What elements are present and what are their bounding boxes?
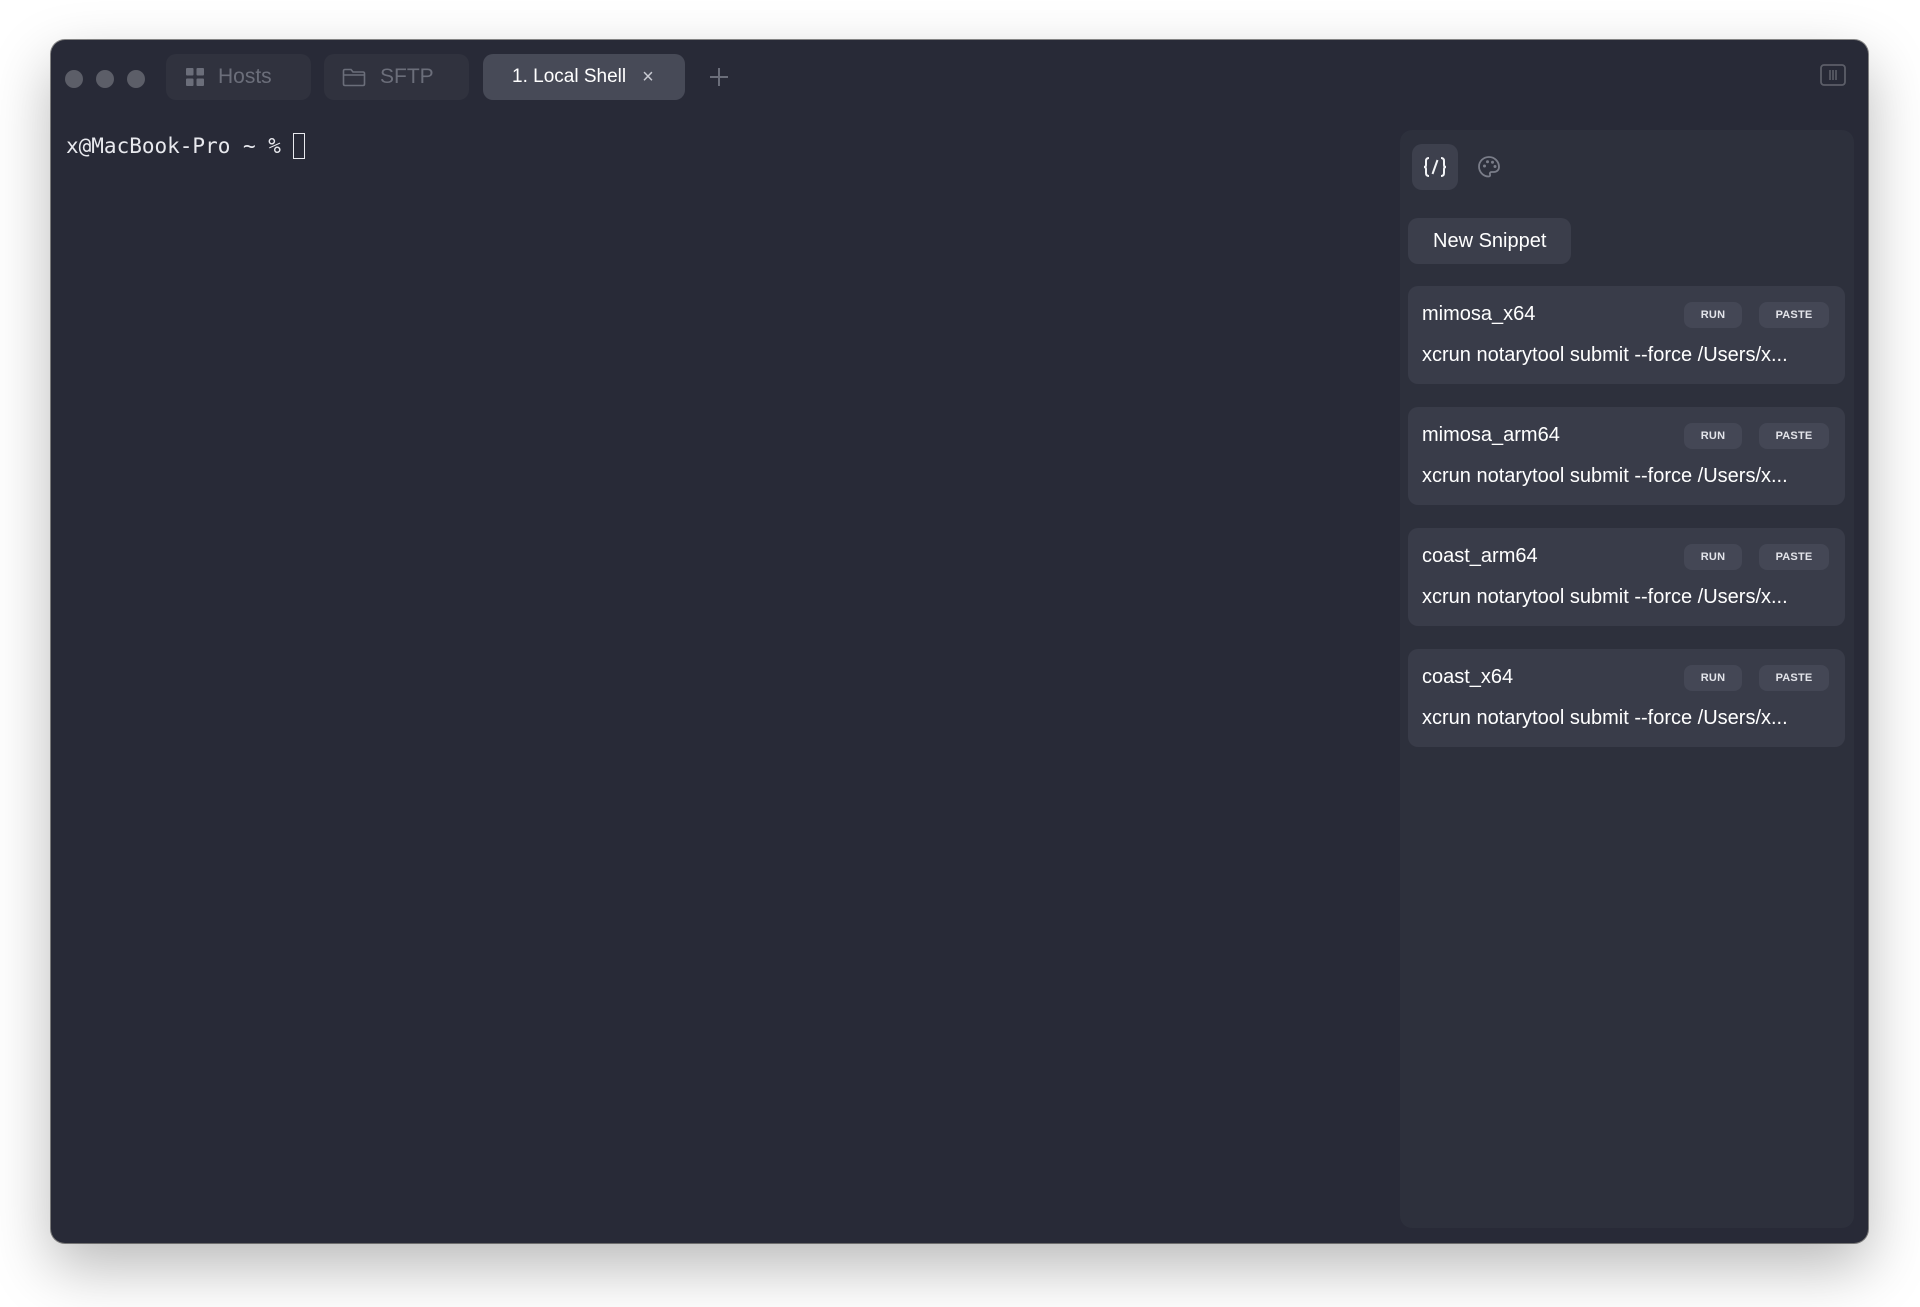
- tab-hosts-label: Hosts: [218, 65, 272, 88]
- tab-sftp[interactable]: SFTP: [324, 54, 469, 100]
- terminal-area[interactable]: x@MacBook-Pro ~ %: [66, 130, 1386, 1210]
- plus-icon[interactable]: [704, 62, 734, 92]
- new-snippet-button[interactable]: New Snippet: [1408, 218, 1572, 264]
- palette-icon[interactable]: [1466, 144, 1512, 190]
- snippet-command: xcrun notarytool submit --force /Users/x…: [1422, 586, 1788, 608]
- snippet-run-button[interactable]: RUN: [1684, 544, 1742, 570]
- snippet-name: coast_arm64: [1422, 545, 1538, 567]
- prompt-line: x@MacBook-Pro ~ %: [66, 130, 1386, 162]
- snippet-card[interactable]: coast_x64 RUN PASTE xcrun notarytool sub…: [1408, 649, 1845, 747]
- snippet-command: xcrun notarytool submit --force /Users/x…: [1422, 344, 1788, 366]
- snippets-panel: New Snippet mimosa_x64 RUN PASTE xcrun n…: [1400, 130, 1854, 1228]
- tab-local-shell-label: 1. Local Shell: [512, 66, 627, 87]
- snippet-name: mimosa_x64: [1422, 303, 1536, 325]
- close-window-button[interactable]: [65, 70, 83, 88]
- tab-sftp-label: SFTP: [380, 65, 434, 88]
- snippet-command: xcrun notarytool submit --force /Users/x…: [1422, 465, 1788, 487]
- snippet-command: xcrun notarytool submit --force /Users/x…: [1422, 707, 1788, 729]
- code-snippet-icon[interactable]: [1412, 144, 1458, 190]
- snippet-card[interactable]: coast_arm64 RUN PASTE xcrun notarytool s…: [1408, 528, 1845, 626]
- tab-local-shell[interactable]: 1. Local Shell ×: [483, 54, 685, 100]
- snippet-paste-button[interactable]: PASTE: [1759, 423, 1829, 449]
- zoom-window-button[interactable]: [127, 70, 145, 88]
- tab-hosts[interactable]: Hosts: [166, 54, 311, 100]
- close-tab-icon[interactable]: ×: [642, 67, 654, 87]
- folder-icon: [342, 68, 366, 87]
- app-window: Hosts SFTP 1. Local Shell × x@MacBook-Pr…: [51, 40, 1868, 1243]
- split-layout-icon[interactable]: [1820, 64, 1846, 86]
- title-bar: Hosts SFTP 1. Local Shell ×: [51, 40, 1868, 115]
- snippet-card[interactable]: mimosa_arm64 RUN PASTE xcrun notarytool …: [1408, 407, 1845, 505]
- snippet-name: mimosa_arm64: [1422, 424, 1560, 446]
- shell-prompt: x@MacBook-Pro ~ %: [66, 134, 281, 158]
- snippet-run-button[interactable]: RUN: [1684, 423, 1742, 449]
- snippet-paste-button[interactable]: PASTE: [1759, 544, 1829, 570]
- snippet-paste-button[interactable]: PASTE: [1759, 302, 1829, 328]
- snippet-run-button[interactable]: RUN: [1684, 665, 1742, 691]
- snippet-card[interactable]: mimosa_x64 RUN PASTE xcrun notarytool su…: [1408, 286, 1845, 384]
- grid-icon: [186, 68, 204, 86]
- snippet-run-button[interactable]: RUN: [1684, 302, 1742, 328]
- terminal-cursor: [292, 133, 305, 159]
- minimize-window-button[interactable]: [96, 70, 114, 88]
- snippet-paste-button[interactable]: PASTE: [1759, 665, 1829, 691]
- snippet-name: coast_x64: [1422, 666, 1514, 688]
